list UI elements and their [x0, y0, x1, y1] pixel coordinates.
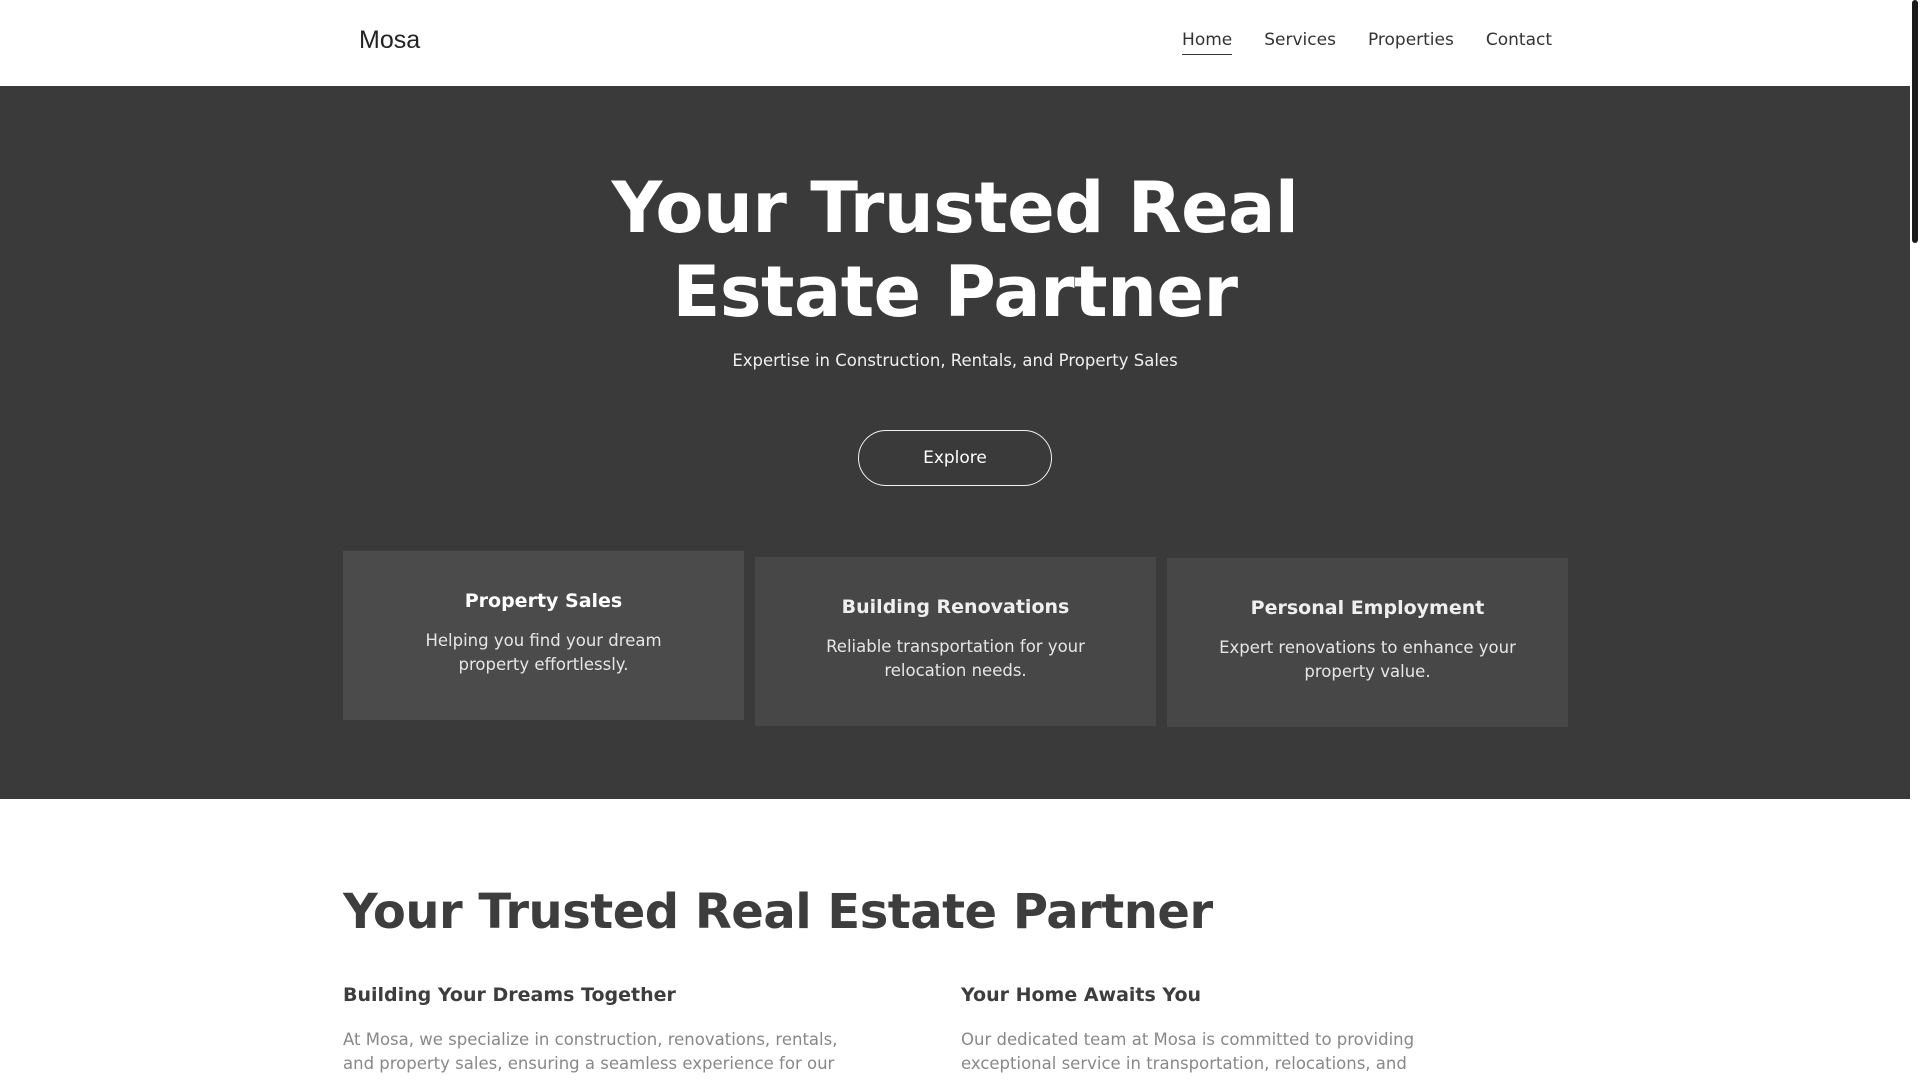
main-nav: Home Services Properties Contact [1182, 30, 1552, 55]
about-column-left: Building Your Dreams Together At Mosa, w… [343, 984, 863, 1080]
service-card-title: Property Sales [464, 590, 623, 612]
service-card-text: Expert renovations to enhance your prope… [1219, 638, 1516, 681]
nav-home-link[interactable]: Home [1182, 30, 1233, 55]
site-header: Mosa Home Services Properties Contact [0, 0, 1910, 86]
about-title: Your Trusted Real Estate Partner [343, 884, 1213, 940]
explore-button[interactable]: Explore [858, 430, 1052, 486]
service-card-text: Reliable transportation for your relocat… [826, 637, 1085, 680]
service-card-title: Building Renovations [841, 596, 1070, 618]
nav-contact-link[interactable]: Contact [1486, 30, 1552, 55]
page: Mosa Home Services Properties Contact Yo… [0, 0, 1910, 1080]
hero-title-line-1: Your Trusted Real [611, 167, 1299, 249]
hero-subtitle: Expertise in Construction, Rentals, and … [732, 351, 1178, 370]
nav-properties-link[interactable]: Properties [1368, 30, 1454, 55]
service-card-personal-employment[interactable]: Personal Employment Expert renovations t… [1167, 558, 1568, 727]
scrollbar-thumb[interactable] [1912, 0, 1918, 243]
nav-services-link[interactable]: Services [1264, 30, 1336, 55]
site-logo[interactable]: Mosa [359, 26, 420, 55]
page-scrollbar[interactable] [1910, 0, 1920, 1080]
about-right-text: Our dedicated team at Mosa is committed … [961, 1030, 1447, 1080]
hero-title: Your Trusted Real Estate Partner [0, 166, 1910, 334]
service-card-building-renovations[interactable]: Building Renovations Reliable transporta… [755, 557, 1156, 726]
service-card-title: Personal Employment [1250, 597, 1485, 619]
about-left-text: At Mosa, we specialize in construction, … [343, 1030, 838, 1080]
hero-section: Your Trusted Real Estate Partner Experti… [0, 86, 1910, 799]
about-left-heading: Building Your Dreams Together [343, 984, 676, 1006]
service-card-property-sales[interactable]: Property Sales Helping you find your dre… [343, 551, 744, 720]
about-right-heading: Your Home Awaits You [961, 984, 1202, 1006]
service-card-text: Helping you find your dream property eff… [425, 631, 662, 674]
about-column-right: Your Home Awaits You Our dedicated team … [961, 984, 1481, 1080]
hero-title-line-2: Estate Partner [672, 251, 1238, 333]
